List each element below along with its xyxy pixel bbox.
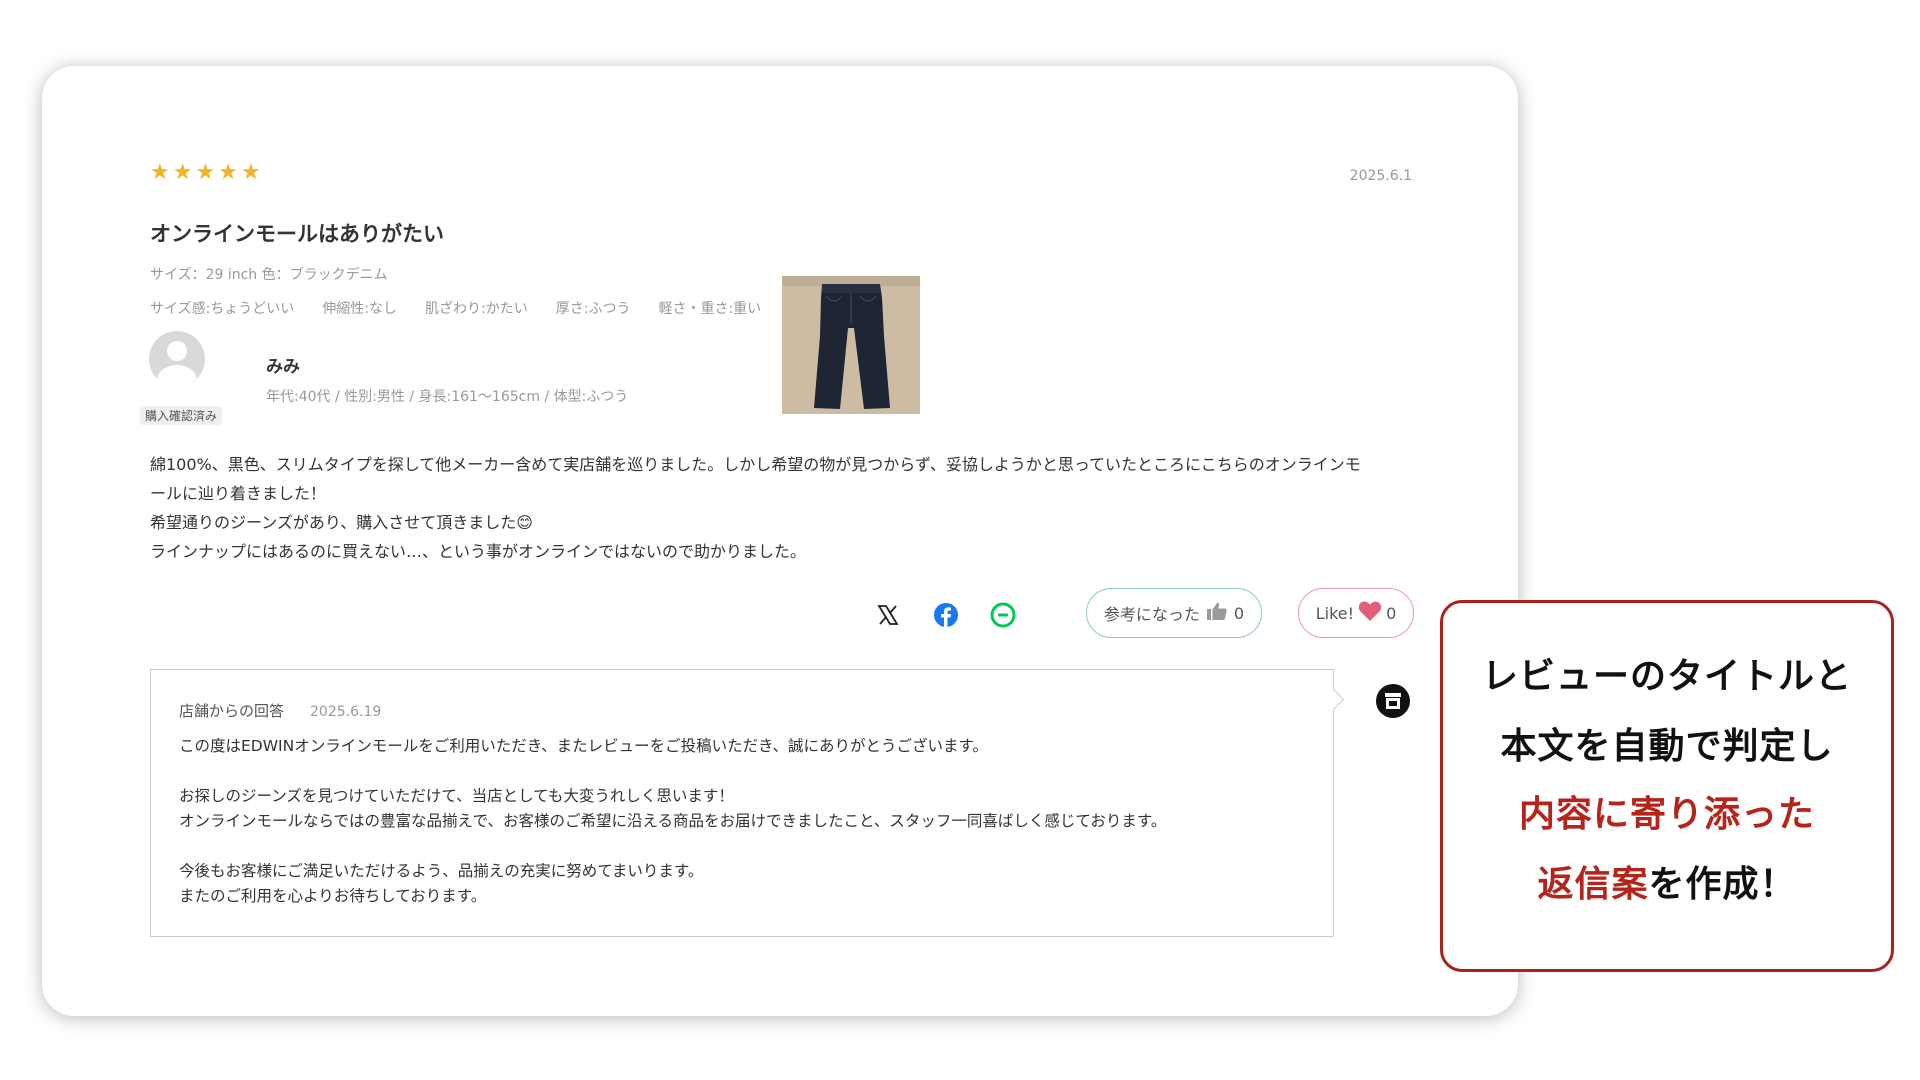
reply-line: お探しのジーンズを見つけていただけて、当店としても大変うれしく思います！ xyxy=(179,787,734,805)
reply-line: 今後もお客様にご満足いただけるよう、品揃えの充実に努めてまいります。 xyxy=(179,862,704,880)
like-count: 0 xyxy=(1386,603,1397,623)
star-icon: ★ xyxy=(150,160,170,185)
star-icon: ★ xyxy=(172,160,193,185)
rating-stars: ★ ★ ★ ★ ★ xyxy=(150,162,261,184)
reply-label: 店舗からの回答 xyxy=(179,702,285,720)
review-body: 綿100%、黒色、スリムタイプを探して他メーカー含めて実店舗を巡りました。しかし… xyxy=(150,450,1420,566)
callout-line-1: レビューのタイトルと xyxy=(1481,656,1852,697)
star-icon: ★ xyxy=(195,160,216,185)
feature-callout: レビューのタイトルと 本文を自動で判定し 内容に寄り添った 返信案を作成！ xyxy=(1440,600,1894,972)
callout-highlight: 返信案 xyxy=(1537,864,1649,905)
reply-line: この度はEDWINオンラインモールをご利用いただき、またレビューをご投稿いただき… xyxy=(179,737,989,755)
review-body-line: ラインナップにはあるのに買えない…、という事がオンラインではないので助かりました… xyxy=(150,542,807,561)
attribute-size-fit: サイズ感:ちょうどいい xyxy=(150,301,295,317)
reply-date: 2025.6.19 xyxy=(310,704,382,720)
reply-line: オンラインモールならではの豊富な品揃えで、お客様のご希望に沿える商品をお届けでき… xyxy=(179,812,1167,830)
attribute-thickness: 厚さ:ふつう xyxy=(555,301,631,317)
attribute-weight: 軽さ・重さ:重い xyxy=(658,301,762,317)
review-photo-jeans[interactable] xyxy=(782,276,920,414)
x-icon[interactable] xyxy=(873,600,903,630)
review-date: 2025.6.1 xyxy=(1349,168,1412,184)
review-title: オンラインモールはありがたい xyxy=(150,222,444,246)
shop-icon xyxy=(1376,684,1410,718)
helpful-count: 0 xyxy=(1233,603,1245,623)
attribute-stretch: 伸縮性:なし xyxy=(322,301,398,317)
thumbs-up-icon xyxy=(1206,601,1228,625)
like-button[interactable]: Like! 0 xyxy=(1298,588,1414,638)
reviewer-info: 年代:40代 / 性別:男性 / 身長:161〜165cm / 体型:ふつう xyxy=(266,389,629,405)
reply-body: この度はEDWINオンラインモールをご利用いただき、またレビューをご投稿いただき… xyxy=(179,734,1299,909)
line-icon[interactable] xyxy=(988,600,1018,630)
reply-header: 店舗からの回答 2025.6.19 xyxy=(179,700,381,721)
review-body-line: ールに辿り着きました！ xyxy=(150,484,327,503)
callout-line-3: 内容に寄り添った xyxy=(1443,785,1891,837)
callout-text: を作成！ xyxy=(1648,864,1797,905)
review-body-line: 希望通りのジーンズがあり、購入させて頂きました😊 xyxy=(150,513,533,532)
fit-attributes: サイズ感:ちょうどいい 伸縮性:なし 肌ざわり:かたい 厚さ:ふつう 軽さ・重さ… xyxy=(150,298,761,318)
callout-line-4: 返信案を作成！ xyxy=(1443,855,1891,907)
helpful-label: 参考になった xyxy=(1103,605,1200,624)
reviewer-name: みみ xyxy=(266,357,300,377)
shop-reply-box: 店舗からの回答 2025.6.19 この度はEDWINオンラインモールをご利用い… xyxy=(150,669,1334,937)
reply-line: またのご利用を心よりお待ちしております。 xyxy=(179,887,487,905)
helpful-button[interactable]: 参考になった 0 xyxy=(1086,588,1262,638)
like-label: Like! xyxy=(1315,603,1355,623)
heart-icon xyxy=(1358,600,1382,626)
facebook-icon[interactable] xyxy=(931,600,961,630)
product-meta: サイズ：29 inch 色：ブラックデニム xyxy=(150,267,388,283)
callout-line-2: 本文を自動で判定し xyxy=(1500,726,1834,767)
callout-highlight: 内容に寄り添った xyxy=(1518,794,1815,835)
review-body-line: 綿100%、黒色、スリムタイプを探して他メーカー含めて実店舗を巡りました。しかし… xyxy=(150,455,1361,474)
verified-purchase-badge: 購入確認済み xyxy=(140,406,223,425)
attribute-texture: 肌ざわり:かたい xyxy=(425,301,528,317)
avatar xyxy=(149,331,205,387)
star-icon: ★ xyxy=(240,160,261,185)
star-icon: ★ xyxy=(218,160,238,185)
